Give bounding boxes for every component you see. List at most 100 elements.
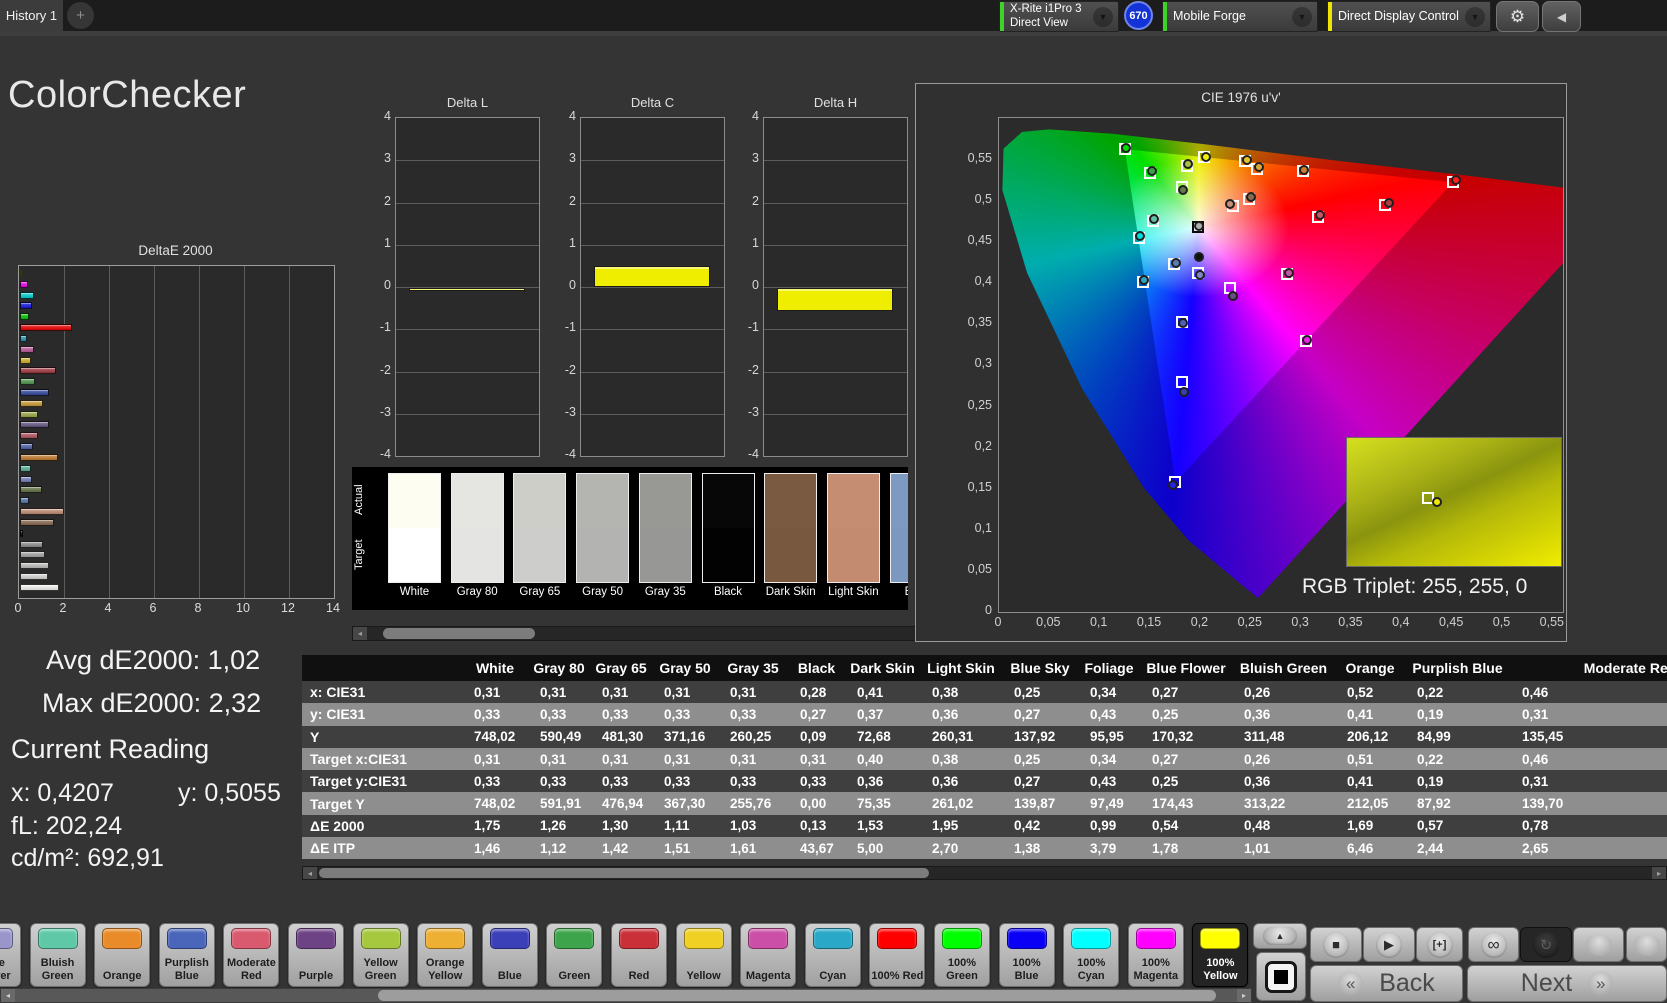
patch-button-blue-flower[interactable]: Blue Flower <box>0 923 21 987</box>
patch-button-blue[interactable]: Blue <box>481 923 538 987</box>
play-button[interactable]: ▶ <box>1363 927 1415 962</box>
patch-button-100-cyan[interactable]: 100% Cyan <box>1063 923 1120 987</box>
table-cell: 0,33 <box>540 773 567 789</box>
scrollbar-thumb[interactable] <box>319 868 929 878</box>
patch-button-100-magenta[interactable]: 100% Magenta <box>1127 923 1184 987</box>
table-cell: 0,33 <box>730 773 757 789</box>
chevron-down-icon[interactable]: ▼ <box>1465 6 1485 27</box>
patch-button-moderate-red[interactable]: Moderate Red <box>223 923 280 987</box>
scroll-left-arrow[interactable]: ◂ <box>303 867 317 879</box>
loop-button[interactable]: ∞ <box>1468 927 1519 962</box>
spare-button[interactable] <box>1626 927 1667 962</box>
patch-button-cyan[interactable]: Cyan <box>804 923 861 987</box>
table-header-row: White Gray 80 Gray 65 Gray 50 Gray 35 Black Da… <box>302 655 1667 681</box>
deltae-bar-purple <box>20 421 50 429</box>
patch-button-yellow[interactable]: Yellow <box>675 923 732 987</box>
display-control-dropdown[interactable]: Direct Display Control ▼ <box>1327 1 1491 32</box>
patch-button-bluish-green[interactable]: Bluish Green <box>29 923 86 987</box>
chevron-down-icon[interactable]: ▼ <box>1093 6 1113 27</box>
history-tab[interactable]: History 1 <box>0 0 63 31</box>
patch-button-orange-yellow[interactable]: Orange Yellow <box>417 923 474 987</box>
gridline <box>581 329 724 331</box>
table-cell: 0,43 <box>1090 706 1117 722</box>
y-tick-label: 1 <box>384 235 391 250</box>
patch-color-chip <box>102 928 143 949</box>
table-cell: 1,38 <box>1014 840 1041 856</box>
deltae-bar-black <box>20 529 23 537</box>
table-cell: 0,25 <box>1014 684 1041 700</box>
range-button[interactable]: [+] <box>1416 927 1463 962</box>
table-cell: 0,19 <box>1417 706 1444 722</box>
patch-button-label: Yellow Green <box>363 957 398 982</box>
patch-color-chip <box>425 928 466 949</box>
patch-button-label: Orange <box>102 969 142 982</box>
cie-y-axis: 0 0,05 0,1 0,15 0,2 0,25 0,3 0,35 0,4 0,45 0,5 0,55 <box>938 117 992 617</box>
settings-button[interactable]: ⚙ <box>1496 1 1539 32</box>
collapse-panel-button[interactable]: ◀ <box>1542 1 1581 32</box>
x-tick-label: 0,1 <box>1089 615 1108 629</box>
deltae-bar-red <box>20 367 56 375</box>
table-cell: 0,31 <box>664 751 691 767</box>
patch-button-red[interactable]: Red <box>611 923 667 987</box>
stop-button[interactable]: ■ <box>1310 927 1362 962</box>
y-tick-label: -1 <box>747 320 759 335</box>
patch-row-scrollbar[interactable]: ◂ ▸ <box>0 988 1252 1003</box>
x-tick-label: 8 <box>194 601 202 615</box>
patch-button-green[interactable]: Green <box>546 923 603 987</box>
chevron-down-icon[interactable]: ▼ <box>1292 6 1312 27</box>
scroll-right-arrow[interactable]: ▸ <box>1237 989 1251 1002</box>
table-cell: 0,36 <box>1244 706 1271 722</box>
swatch-target <box>451 528 503 582</box>
cie-measured-purple <box>1227 290 1238 301</box>
table-scrollbar[interactable]: ◂ ▸ <box>302 866 1667 880</box>
scrollbar-thumb[interactable] <box>378 990 1216 1001</box>
patch-button-yellow-green[interactable]: Yellow Green <box>352 923 409 987</box>
table-cell: 0,31 <box>540 751 567 767</box>
table-cell: 84,99 <box>1417 729 1451 745</box>
cie-target-blue <box>1176 375 1189 388</box>
page-title: ColorChecker <box>8 74 247 116</box>
swatch-label: Blue <box>890 586 908 598</box>
scroll-left-arrow[interactable]: ◂ <box>353 627 367 640</box>
patch-button-purplish-blue[interactable]: Purplish Blue <box>158 923 215 987</box>
deltae-bar-yellow-green <box>20 410 38 418</box>
patch-button-orange[interactable]: Orange <box>94 923 151 987</box>
table-cell: 0,38 <box>932 684 959 700</box>
back-button[interactable]: « Back <box>1310 965 1463 1002</box>
patch-button-100-yellow[interactable]: 100% Yellow <box>1192 923 1249 987</box>
patch-button-100-blue[interactable]: 100% Blue <box>998 923 1055 987</box>
workflow-dropdown[interactable]: Mobile Forge ▼ <box>1162 1 1318 32</box>
patch-button-label: Moderate Red <box>226 957 276 982</box>
scroll-left-arrow[interactable]: ◂ <box>1 989 15 1002</box>
next-button[interactable]: Next » <box>1467 965 1667 1002</box>
table-cell: 1,53 <box>857 818 884 834</box>
table-cell: 261,02 <box>932 796 974 812</box>
patch-button-100-red[interactable]: 100% Red <box>869 923 926 987</box>
meter-dropdown[interactable]: X-Rite i1Pro 3 Direct View ▼ <box>999 1 1119 32</box>
x-tick-label: 6 <box>149 601 157 615</box>
delta-h-chart <box>763 117 908 457</box>
patch-button-100-green[interactable]: 100% Green <box>934 923 990 987</box>
stop-measurement-button[interactable] <box>1256 952 1306 1001</box>
table-row: ΔE ITP 1,46 1,12 1,42 1,51 1,61 43,67 5,00 2,70 1… <box>302 837 1667 860</box>
scrollbar-thumb[interactable] <box>383 628 535 639</box>
add-tab-button[interactable]: + <box>67 2 94 29</box>
table-cell: 0,42 <box>1014 818 1041 834</box>
column-header-blue-sky: Blue Sky <box>1010 660 1070 676</box>
table-cell: 5,00 <box>857 840 884 856</box>
patch-button-label: 100% Red <box>871 969 924 982</box>
swatch-actual <box>702 474 754 528</box>
row-label: ΔE ITP <box>310 840 356 857</box>
y-tick-label: -4 <box>379 447 391 461</box>
inset-measured-marker <box>1431 496 1442 507</box>
patch-button-purple[interactable]: Purple <box>288 923 344 987</box>
expand-patch-list-button[interactable]: ▲ <box>1253 923 1307 949</box>
refresh-button[interactable]: ↻ <box>1520 927 1572 962</box>
spare-button[interactable] <box>1573 927 1624 962</box>
deltae-bar-100-magenta <box>20 280 28 288</box>
swatch-target <box>639 528 691 582</box>
table-cell: 0,27 <box>1014 773 1041 789</box>
patch-button-magenta[interactable]: Magenta <box>740 923 797 987</box>
swatch-strip-scrollbar[interactable]: ◂▸ <box>352 626 950 641</box>
scroll-right-arrow[interactable]: ▸ <box>1652 867 1666 879</box>
